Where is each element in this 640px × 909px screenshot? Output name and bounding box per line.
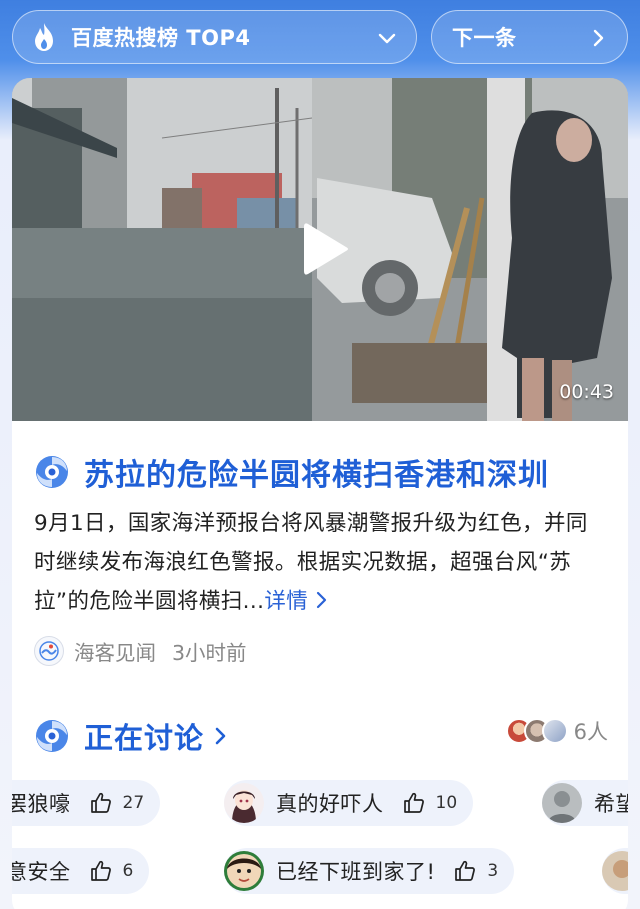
thumbs-up-icon[interactable] bbox=[402, 791, 426, 815]
participant-count: 6人 bbox=[573, 720, 608, 744]
chevron-down-icon bbox=[376, 27, 398, 49]
details-label: 详情 bbox=[264, 589, 309, 614]
discussion-title: 正在讨论 bbox=[84, 721, 205, 755]
thumbs-up-icon[interactable] bbox=[89, 791, 113, 815]
typhoon-spiral-icon bbox=[34, 454, 70, 490]
chevron-right-icon bbox=[587, 27, 609, 49]
comment-chip[interactable]: 意安全 6 bbox=[12, 848, 150, 894]
headline-text: 苏拉的危险半圆将横扫香港和深圳 bbox=[84, 458, 549, 493]
comment-text: 希望 bbox=[594, 792, 628, 816]
comment-text: 意安全 bbox=[12, 860, 71, 884]
comment-chip[interactable]: 已经下班到家了! 3 bbox=[224, 848, 515, 894]
publish-time: 3小时前 bbox=[172, 641, 247, 665]
like-count: 3 bbox=[487, 861, 499, 881]
like-count: 10 bbox=[435, 793, 458, 813]
avatar bbox=[541, 718, 568, 744]
source-name: 海客见闻 bbox=[74, 641, 156, 665]
video-player[interactable]: 00:43 bbox=[12, 78, 628, 421]
hot-search-dropdown[interactable]: 百度热搜榜 TOP4 bbox=[12, 10, 417, 64]
chevron-right-icon bbox=[212, 725, 230, 747]
avatar bbox=[224, 783, 264, 823]
comment-text: 已经下班到家了! bbox=[276, 860, 436, 884]
article-source[interactable]: 海客见闻 3小时前 bbox=[34, 636, 247, 666]
thumbs-up-icon[interactable] bbox=[89, 859, 113, 883]
article-summary: 9月1日，国家海洋预报台将风暴潮警报升级为红色，并同时继续发布海浪红色警报。根据… bbox=[34, 504, 604, 621]
news-card: 00:43 苏拉的危险半圆将横扫香港和深圳 9月1日，国家海洋预报台将风暴潮警报… bbox=[12, 78, 628, 909]
comment-chip[interactable] bbox=[602, 848, 628, 894]
next-item-button[interactable]: 下一条 bbox=[431, 10, 628, 64]
comment-chip[interactable]: 罢狼嚎 27 bbox=[12, 780, 161, 826]
typhoon-spiral-icon bbox=[34, 718, 70, 754]
play-icon[interactable] bbox=[300, 220, 350, 278]
thumbs-up-icon[interactable] bbox=[453, 859, 477, 883]
source-logo bbox=[34, 636, 64, 666]
chevron-right-icon bbox=[317, 591, 327, 609]
video-duration: 00:43 bbox=[559, 381, 614, 403]
avatar bbox=[542, 783, 582, 823]
like-count: 6 bbox=[122, 861, 134, 881]
flame-icon bbox=[31, 22, 57, 52]
top-bar: 百度热搜榜 TOP4 下一条 bbox=[12, 10, 628, 64]
avatar bbox=[224, 851, 264, 891]
avatar bbox=[602, 851, 628, 891]
details-link[interactable]: 详情 bbox=[264, 589, 330, 614]
next-item-label: 下一条 bbox=[452, 26, 517, 50]
hot-search-label: 百度热搜榜 TOP4 bbox=[71, 26, 251, 50]
discussion-header[interactable]: 正在讨论 bbox=[34, 715, 230, 757]
participants[interactable]: 6人 bbox=[505, 716, 608, 746]
comment-chip[interactable]: 希望 bbox=[542, 780, 628, 826]
like-count: 27 bbox=[122, 793, 145, 813]
comment-text: 真的好吓人 bbox=[276, 792, 384, 816]
comment-chip[interactable]: 真的好吓人 10 bbox=[224, 780, 474, 826]
article-headline[interactable]: 苏拉的危险半圆将横扫香港和深圳 bbox=[34, 450, 549, 494]
comment-text: 罢狼嚎 bbox=[12, 792, 71, 816]
